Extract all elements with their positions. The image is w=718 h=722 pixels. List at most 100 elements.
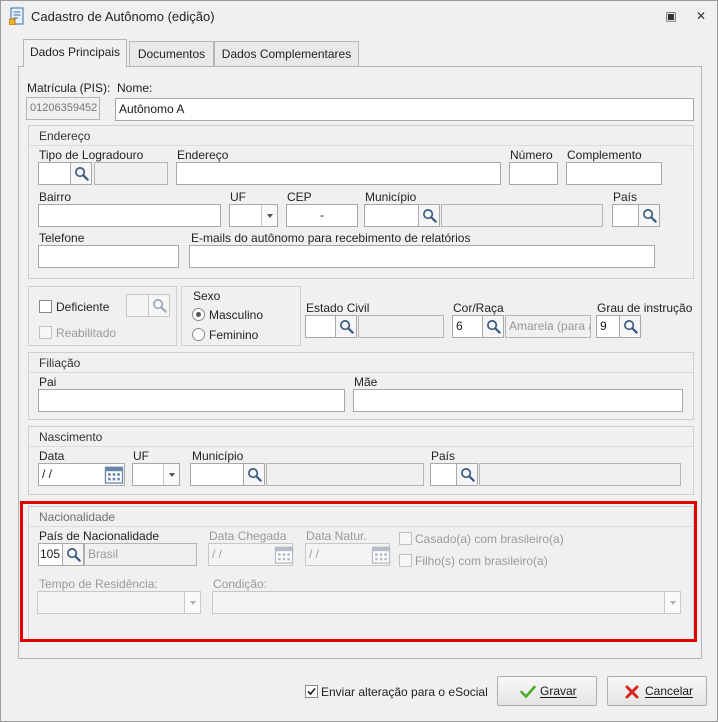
deficiencia-input[interactable] [126, 294, 149, 317]
pai-input[interactable] [38, 389, 345, 412]
emails-input[interactable] [189, 245, 655, 268]
form-document-icon [9, 7, 24, 25]
sexo-title: Sexo [193, 289, 221, 303]
telefone-label: Telefone [39, 231, 85, 245]
pais-label: País [613, 190, 638, 204]
tipo-logradouro-desc [94, 162, 168, 185]
estado-civil-label: Estado Civil [306, 301, 370, 315]
chevron-down-icon [163, 464, 179, 485]
pai-label: Pai [39, 375, 57, 389]
cor-raca-label: Cor/Raça [453, 301, 504, 315]
search-icon [74, 166, 89, 181]
pais-nascimento-input[interactable] [430, 463, 457, 486]
gravar-button[interactable]: Gravar [497, 676, 597, 706]
gravar-label: Gravar [540, 684, 577, 698]
pais-input[interactable] [612, 204, 639, 227]
cor-raca-desc: Amarela (para a [505, 315, 591, 338]
tab-dados-principais[interactable]: Dados Principais [23, 39, 127, 67]
endereco-input[interactable] [176, 162, 501, 185]
pais-nascimento-search-button[interactable] [456, 463, 478, 486]
restore-icon[interactable]: ▣ [663, 8, 679, 24]
municipio-nascimento-desc [266, 463, 424, 486]
search-icon [247, 467, 262, 482]
search-icon [422, 208, 437, 223]
emails-label: E-mails do autônomo para recebimento de … [191, 231, 471, 245]
highlight-box [20, 501, 697, 642]
cep-input[interactable]: - [286, 204, 358, 227]
chevron-down-icon [261, 205, 277, 226]
uf-label: UF [230, 190, 246, 204]
dialog-window: Cadastro de Autônomo (edição) ▣ ✕ Dados … [0, 0, 718, 722]
mae-input[interactable] [353, 389, 683, 412]
bairro-label: Bairro [39, 190, 72, 204]
tab-documentos[interactable]: Documentos [129, 41, 214, 67]
grau-instrucao-input[interactable]: 9 [596, 315, 620, 338]
tipo-logradouro-input[interactable] [38, 162, 71, 185]
masculino-radio[interactable] [192, 308, 205, 321]
grau-instrucao-search-button[interactable] [619, 315, 641, 338]
municipio-nascimento-search-button[interactable] [243, 463, 265, 486]
search-icon [460, 467, 475, 482]
municipio-nascimento-label: Município [192, 449, 244, 463]
deficiencia-search-button[interactable] [148, 294, 170, 317]
matricula-input[interactable]: 01206359452 [26, 97, 100, 120]
deficiente-label: Deficiente [56, 300, 110, 314]
municipio-search-button[interactable] [418, 204, 440, 227]
cep-label: CEP [287, 190, 312, 204]
endereco-title: Endereço [39, 129, 91, 143]
municipio-input[interactable] [364, 204, 419, 227]
search-icon [152, 298, 167, 313]
complemento-input[interactable] [566, 162, 662, 185]
cancel-x-icon [625, 685, 639, 699]
complemento-label: Complemento [567, 148, 642, 162]
cor-raca-search-button[interactable] [482, 315, 504, 338]
uf-select[interactable] [229, 204, 278, 227]
bairro-input[interactable] [38, 204, 221, 227]
tipo-logradouro-label: Tipo de Logradouro [39, 148, 144, 162]
municipio-nascimento-input[interactable] [190, 463, 244, 486]
feminino-radio[interactable] [192, 328, 205, 341]
cor-raca-input[interactable]: 6 [452, 315, 483, 338]
nome-label: Nome: [117, 81, 153, 95]
pais-nascimento-desc [479, 463, 681, 486]
tab-dados-complementares[interactable]: Dados Complementares [214, 41, 359, 67]
tipo-logradouro-search-button[interactable] [70, 162, 92, 185]
numero-label: Número [510, 148, 553, 162]
nascimento-title: Nascimento [39, 430, 103, 444]
estado-civil-desc [358, 315, 444, 338]
cancelar-label: Cancelar [645, 684, 694, 698]
municipio-label: Município [365, 190, 417, 204]
mae-label: Mãe [354, 375, 378, 389]
reabilitado-checkbox[interactable] [39, 326, 52, 339]
masculino-label: Masculino [209, 308, 264, 322]
estado-civil-input[interactable] [305, 315, 336, 338]
matricula-label: Matrícula (PIS): [27, 81, 111, 95]
checkmark-icon [307, 687, 316, 696]
endereco-label: Endereço [177, 148, 229, 162]
feminino-label: Feminino [209, 328, 259, 342]
enviar-esocial-checkbox[interactable] [305, 685, 318, 698]
check-icon [520, 685, 536, 699]
grau-instrucao-label: Grau de instrução [597, 301, 693, 315]
pais-search-button[interactable] [638, 204, 660, 227]
uf-nascimento-label: UF [133, 449, 149, 463]
pais-nascimento-label: País [431, 449, 456, 463]
data-nascimento-label: Data [39, 449, 65, 463]
search-icon [623, 319, 638, 334]
calendar-icon[interactable] [103, 464, 125, 485]
search-icon [486, 319, 501, 334]
municipio-desc [441, 204, 603, 227]
title-bar: Cadastro de Autônomo (edição) ▣ ✕ [1, 1, 717, 31]
numero-input[interactable] [509, 162, 558, 185]
uf-nascimento-select[interactable] [132, 463, 180, 486]
reabilitado-label: Reabilitado [56, 326, 117, 340]
window-title: Cadastro de Autônomo (edição) [31, 9, 215, 24]
nome-input[interactable]: Autônomo A [115, 98, 694, 121]
filiacao-title: Filiação [39, 356, 81, 370]
close-icon[interactable]: ✕ [693, 8, 709, 24]
enviar-esocial-label: Enviar alteração para o eSocial [321, 685, 488, 699]
cancelar-button[interactable]: Cancelar [607, 676, 707, 706]
deficiente-checkbox[interactable] [39, 300, 52, 313]
telefone-input[interactable] [38, 245, 179, 268]
estado-civil-search-button[interactable] [335, 315, 357, 338]
